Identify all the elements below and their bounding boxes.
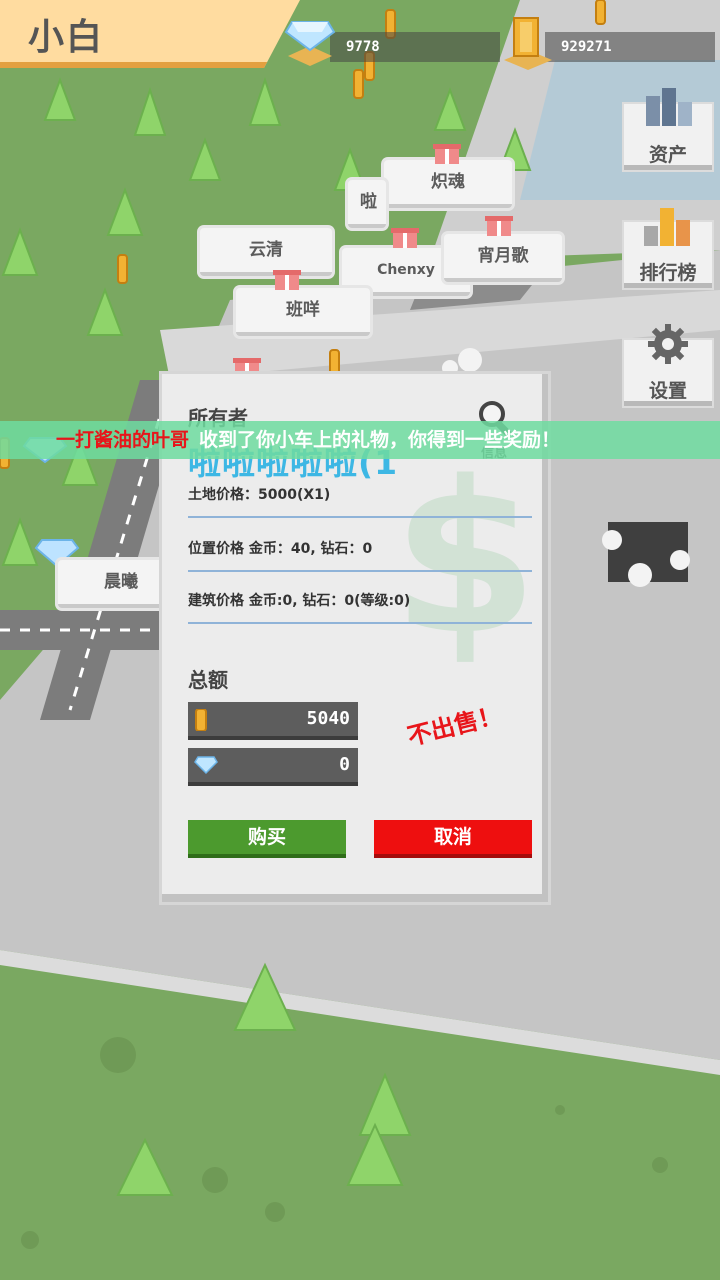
assets-label: 资产	[648, 144, 687, 166]
notification-message: 收到了你小车上的礼物，你得到一些奖励！	[199, 429, 561, 451]
land-price: 土地价格：5000(X1)	[188, 487, 331, 503]
diamond-icon	[194, 756, 218, 775]
leaderboard-bars-icon	[644, 208, 690, 246]
gift-icon	[273, 270, 301, 290]
settings-button[interactable]: 设置	[624, 324, 712, 406]
player-cloud[interactable]: 云清	[200, 228, 332, 276]
building-price: 建筑价格 金币:0, 钻石：0(等级:0)	[188, 593, 411, 609]
gift-icon	[391, 228, 419, 248]
gold-coins-icon	[504, 17, 552, 70]
leaderboard-label: 排行榜	[639, 262, 697, 284]
gold-coin-icon	[195, 709, 207, 731]
gift-icon	[433, 144, 461, 164]
player-cloud[interactable]: 宵月歌	[444, 234, 562, 282]
total-diamond-box: 0	[188, 748, 358, 786]
player-cloud-name: 炽魂	[431, 172, 465, 192]
player-cloud-name: 晨曦	[104, 572, 138, 592]
diamond-counter: 9778	[330, 32, 500, 62]
dollar-watermark-icon: $	[392, 436, 539, 681]
player-cloud-name: Chenxy	[377, 262, 435, 278]
player-name: 小白	[28, 17, 105, 58]
player-cloud[interactable]: 炽魂	[384, 160, 512, 208]
total-diamond: 0	[339, 754, 350, 775]
diamond-icon	[284, 21, 336, 66]
player-cloud-name: 宵月歌	[477, 246, 529, 266]
leaderboard-button[interactable]: 排行榜	[624, 208, 712, 288]
divider	[188, 570, 532, 572]
divider	[188, 622, 532, 624]
divider	[188, 516, 532, 518]
player-cloud[interactable]: 啦	[348, 180, 386, 228]
notification-sender: 一打酱油的叶哥	[56, 429, 190, 451]
player-name-tag[interactable]: 小白	[0, 0, 300, 68]
gift-icon	[485, 216, 513, 236]
total-label: 总额	[188, 668, 228, 692]
player-cloud[interactable]: 班咩	[236, 288, 370, 336]
total-gold: 5040	[306, 708, 350, 729]
gift-notification-banner: 一打酱油的叶哥 收到了你小车上的礼物，你得到一些奖励！	[0, 421, 720, 459]
location-price: 位置价格 金币：40, 钻石：0	[188, 541, 373, 557]
buy-button[interactable]: 购买	[188, 820, 346, 858]
cancel-button[interactable]: 取消	[374, 820, 532, 858]
total-gold-box: 5040	[188, 702, 358, 740]
not-for-sale-stamp: 不出售！	[404, 700, 505, 752]
gold-counter: 929271	[545, 32, 715, 62]
player-cloud-name: 云清	[249, 240, 283, 260]
assets-button[interactable]: 资产	[624, 88, 712, 170]
diamond-count: 9778	[346, 39, 380, 55]
player-cloud-name: 啦	[360, 192, 377, 212]
player-cloud-name: 班咩	[286, 300, 320, 320]
settings-label: 设置	[648, 380, 687, 402]
gold-count: 929271	[561, 39, 612, 55]
city-buildings-icon	[646, 88, 692, 126]
gear-icon	[648, 324, 688, 364]
